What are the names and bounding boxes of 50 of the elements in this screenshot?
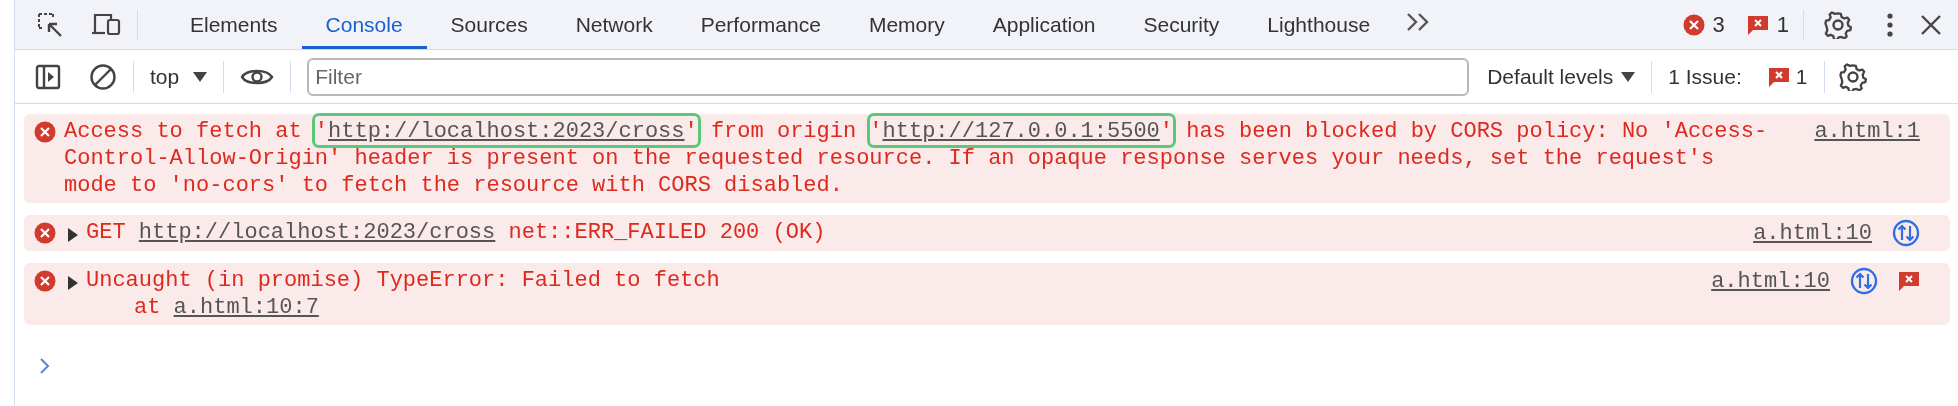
context-dropdown[interactable]: top [150,64,208,89]
panel-tab[interactable]: Application [968,0,1120,49]
issues-label[interactable]: 1 Issue: [1668,64,1742,89]
close-icon[interactable] [1920,13,1942,36]
error-icon [34,222,56,244]
issue-count-icon[interactable] [1746,13,1769,36]
more-tabs-icon[interactable] [1406,12,1431,32]
settings-icon[interactable] [1824,10,1852,39]
panel-tab[interactable]: Sources [426,0,552,49]
source-link[interactable]: a.html:10 [1711,267,1830,295]
issue-count[interactable]: 1 [1776,11,1789,38]
issue-icon[interactable] [1767,65,1790,88]
panel-tab[interactable]: Memory [844,0,969,49]
request-icon[interactable] [1850,267,1878,295]
error-icon [34,121,56,143]
more-options-icon[interactable] [1886,11,1894,38]
issue-icon[interactable] [1898,270,1920,292]
url-link[interactable]: http://localhost:2023/cross [138,220,496,245]
source-link[interactable]: a.html:1 [1814,118,1920,145]
error-message: Access to fetch at 'http://localhost:2023/cross' from origin 'http://127.0.0.1:5500' has been blocked by CORS policy: No 'Access-Control-Allow-Origin' header is present on the requested resource. If an opaque response serves your needs, set the request's mode to 'no-cors' to fetch the resource with CORS disabled. [64,118,1774,199]
error-message: GET http://localhost:2023/cross net::ERR_FAILED 200 (OK) [86,219,827,246]
url-link[interactable]: http://localhost:2023/cross [328,119,685,144]
expand-triangle-icon[interactable] [68,228,78,242]
error-icon [34,270,56,292]
url-link[interactable]: http://127.0.0.1:5500 [882,119,1160,144]
clear-console-icon[interactable] [89,62,117,91]
expand-triangle-icon[interactable] [68,276,78,290]
panel-tab[interactable]: Console [301,0,427,49]
inspect-icon[interactable] [37,11,63,38]
request-icon[interactable] [1892,219,1920,247]
console-settings-icon[interactable] [1838,62,1867,91]
device-toggle-icon[interactable] [91,11,121,38]
log-levels-dropdown[interactable]: Default levels [1487,64,1636,89]
stack-trace-line: at a.html:10:7 [133,294,320,321]
error-count-icon[interactable] [1682,13,1705,36]
caret-icon [1621,71,1636,82]
error-count[interactable]: 3 [1712,11,1725,38]
source-link[interactable]: a.html:10 [1753,219,1872,247]
prompt-chevron-icon [40,358,50,374]
url-link[interactable]: a.html:10:7 [173,295,319,320]
issues-count[interactable]: 1 [1795,64,1808,89]
sidebar-toggle-icon[interactable] [35,63,61,90]
filter-field[interactable]: Filter [307,57,1470,96]
panel-tab[interactable]: Lighthouse [1243,0,1395,49]
caret-icon [193,71,208,82]
error-message: Uncaught (in promise) TypeError: Failed to fetch [86,267,721,294]
panel-tab[interactable]: Security [1119,0,1244,49]
panel-tab[interactable]: Network [551,0,677,49]
panel-tab[interactable]: Elements [166,0,302,49]
panel-tab[interactable]: Performance [676,0,845,49]
